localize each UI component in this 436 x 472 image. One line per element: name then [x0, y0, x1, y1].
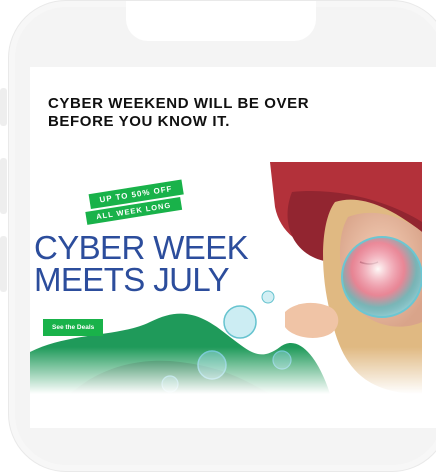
- phone-mute-switch: [0, 88, 7, 126]
- phone-notch: [126, 1, 316, 41]
- hand-shape: [285, 302, 339, 338]
- phone-volume-up-button: [0, 158, 7, 214]
- headline-line-2: BEFORE YOU KNOW IT.: [48, 113, 230, 130]
- see-the-deals-button[interactable]: See the Deals: [43, 319, 104, 336]
- large-bubble-shape: [341, 236, 422, 318]
- phone-volume-down-button: [0, 236, 7, 292]
- headline-line-1: CYBER WEEKEND WILL BE OVER: [48, 95, 310, 112]
- hero-title-line-1: CYBER WEEK: [34, 229, 249, 266]
- email-screen: CYBER WEEKEND WILL BE OVER BEFORE YOU KN…: [30, 67, 436, 428]
- bubble-shape: [223, 305, 257, 339]
- hero-title: CYBER WEEK MEETS JULY: [34, 229, 294, 298]
- hero-banner[interactable]: UP TO 50% OFF ALL WEEK LONG CYBER WEEK M…: [30, 162, 422, 394]
- hero-title-line-2: MEETS JULY: [34, 261, 230, 298]
- email-headline: CYBER WEEKEND WILL BE OVER BEFORE YOU KN…: [48, 95, 378, 131]
